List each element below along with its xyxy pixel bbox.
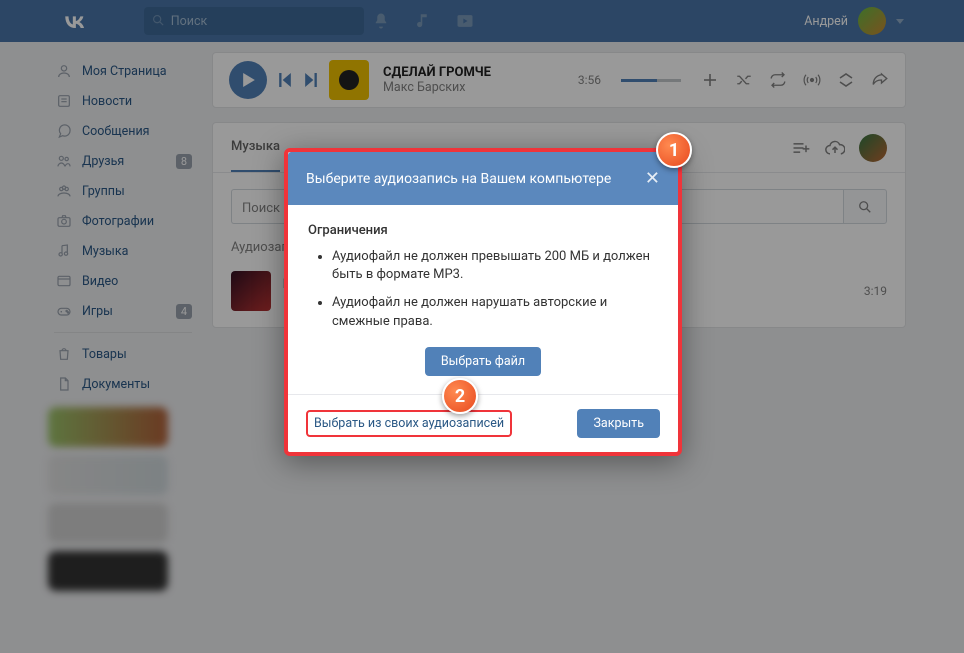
callout-1: 1 [656, 132, 692, 168]
select-file-button[interactable]: Выбрать файл [425, 347, 541, 376]
select-own-audio-link[interactable]: Выбрать из своих аудиозаписей [306, 410, 512, 437]
restrictions-heading: Ограничения [308, 223, 658, 238]
modal-title: Выберите аудиозапись на Вашем компьютере [306, 171, 611, 187]
restriction-item: Аудиофайл не должен превышать 200 МБ и д… [332, 248, 658, 284]
callout-2: 2 [442, 378, 478, 414]
close-button[interactable]: Закрыть [577, 409, 660, 438]
restriction-item: Аудиофайл не должен нарушать авторские и… [332, 294, 658, 330]
upload-modal: Выберите аудиозапись на Вашем компьютере… [284, 148, 682, 456]
close-icon[interactable]: ✕ [645, 168, 660, 189]
